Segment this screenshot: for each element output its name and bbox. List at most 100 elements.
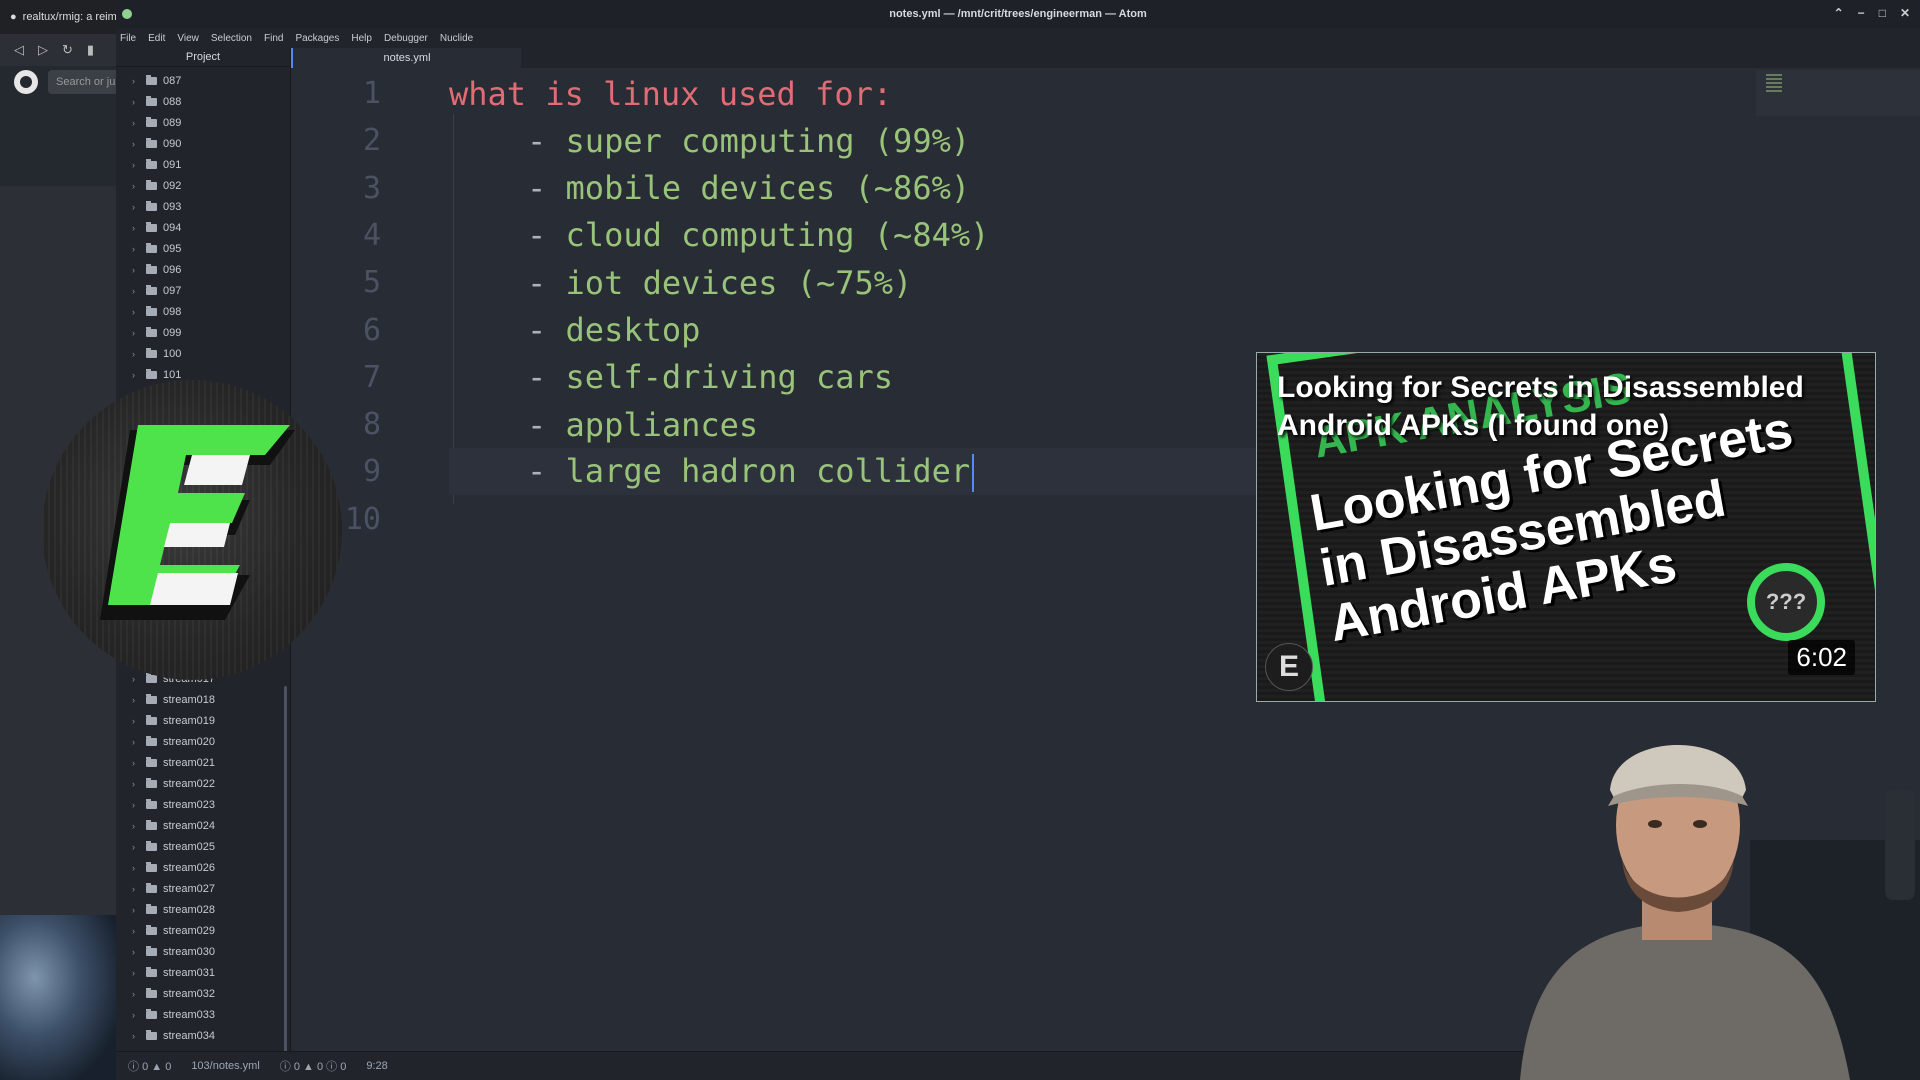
chevron-right-icon[interactable]: › xyxy=(132,265,140,275)
menu-nuclide[interactable]: Nuclide xyxy=(440,33,473,44)
chevron-right-icon[interactable]: › xyxy=(132,160,140,170)
chevron-right-icon[interactable]: › xyxy=(132,97,140,107)
tree-folder[interactable]: › stream032 xyxy=(132,983,215,1004)
chevron-right-icon[interactable]: › xyxy=(132,328,140,338)
tree-folder[interactable]: › 096 xyxy=(132,259,181,280)
tree-folder[interactable]: › stream022 xyxy=(132,773,215,794)
minimap[interactable] xyxy=(1756,70,1920,116)
chevron-right-icon[interactable]: › xyxy=(132,244,140,254)
github-search-input[interactable]: Search or ju xyxy=(48,70,126,94)
minimize-icon[interactable]: − xyxy=(1858,6,1865,20)
menu-selection[interactable]: Selection xyxy=(211,33,252,44)
code-line[interactable]: 6 - desktop xyxy=(291,307,1920,354)
menu-file[interactable]: File xyxy=(120,33,136,44)
line-content: mobile devices (~86%) xyxy=(565,169,971,208)
chevron-right-icon[interactable]: › xyxy=(132,76,140,86)
tree-folder[interactable]: › 099 xyxy=(132,322,181,343)
chevron-right-icon[interactable]: › xyxy=(132,139,140,149)
forward-icon[interactable]: ▷ xyxy=(38,42,48,58)
code-line[interactable]: 3 - mobile devices (~86%) xyxy=(291,165,1920,212)
tree-folder[interactable]: › 091 xyxy=(132,154,181,175)
tree-folder[interactable]: › stream020 xyxy=(132,731,215,752)
code-line[interactable]: 5 - iot devices (~75%) xyxy=(291,259,1920,306)
chevron-right-icon[interactable]: › xyxy=(132,307,140,317)
chevron-right-icon[interactable]: › xyxy=(132,947,140,957)
chevron-right-icon[interactable]: › xyxy=(132,349,140,359)
code-line[interactable]: 2 - super computing (99%) xyxy=(291,117,1920,164)
tree-folder[interactable]: › stream021 xyxy=(132,752,215,773)
file-path[interactable]: 103/notes.yml xyxy=(191,1060,259,1072)
tree-folder[interactable]: › 098 xyxy=(132,301,181,322)
diagnostics[interactable]: ⓘ 0 ▲ 0 ⓘ 0 xyxy=(280,1058,347,1074)
reload-icon[interactable]: ↻ xyxy=(62,42,73,58)
tree-folder[interactable]: › stream031 xyxy=(132,962,215,983)
chevron-right-icon[interactable]: › xyxy=(132,758,140,768)
chevron-right-icon[interactable]: › xyxy=(132,926,140,936)
tree-folder[interactable]: › stream027 xyxy=(132,878,215,899)
tree-folder[interactable]: › stream028 xyxy=(132,899,215,920)
menu-find[interactable]: Find xyxy=(264,33,283,44)
close-icon[interactable]: ✕ xyxy=(1900,6,1910,20)
menu-packages[interactable]: Packages xyxy=(295,33,339,44)
chevron-right-icon[interactable]: › xyxy=(132,370,140,380)
error-count[interactable]: ⓘ 0 ▲ 0 xyxy=(128,1058,171,1074)
back-icon[interactable]: ◁ xyxy=(14,42,24,58)
tree-folder[interactable]: › stream024 xyxy=(132,815,215,836)
tree-folder[interactable]: › stream034 xyxy=(132,1025,215,1046)
chevron-right-icon[interactable]: › xyxy=(132,716,140,726)
maximize-up-icon[interactable]: ⌃ xyxy=(1834,6,1844,20)
tree-folder[interactable]: › 092 xyxy=(132,175,181,196)
tree-folder[interactable]: › 097 xyxy=(132,280,181,301)
tree-folder[interactable]: › stream018 xyxy=(132,689,215,710)
tree-folder[interactable]: › stream025 xyxy=(132,836,215,857)
chevron-right-icon[interactable]: › xyxy=(132,737,140,747)
video-thumbnail[interactable]: APK ANALYSIS Looking for Secrets in Disa… xyxy=(1256,352,1876,702)
restore-icon[interactable]: □ xyxy=(1879,6,1886,20)
tree-folder[interactable]: › 095 xyxy=(132,238,181,259)
tree-folder[interactable]: › 090 xyxy=(132,133,181,154)
chevron-right-icon[interactable]: › xyxy=(132,863,140,873)
menu-debugger[interactable]: Debugger xyxy=(384,33,428,44)
code-line[interactable]: 1 what is linux used for: xyxy=(291,70,1920,117)
chevron-right-icon[interactable]: › xyxy=(132,1010,140,1020)
tree-folder[interactable]: › stream026 xyxy=(132,857,215,878)
tree-folder[interactable]: › stream019 xyxy=(132,710,215,731)
chevron-right-icon[interactable]: › xyxy=(132,842,140,852)
tree-folder[interactable]: › stream033 xyxy=(132,1004,215,1025)
chevron-right-icon[interactable]: › xyxy=(132,821,140,831)
tree-folder[interactable]: › 094 xyxy=(132,217,181,238)
cursor-position[interactable]: 9:28 xyxy=(366,1060,387,1072)
browser-tab[interactable]: ● realtux/rmig: a reim xyxy=(0,0,118,34)
chevron-right-icon[interactable]: › xyxy=(132,800,140,810)
chevron-right-icon[interactable]: › xyxy=(132,884,140,894)
code-line[interactable]: 4 - cloud computing (~84%) xyxy=(291,212,1920,259)
tree-scrollbar[interactable] xyxy=(284,686,287,1052)
tree-folder[interactable]: › stream029 xyxy=(132,920,215,941)
menu-view[interactable]: View xyxy=(177,33,199,44)
chevron-right-icon[interactable]: › xyxy=(132,779,140,789)
chevron-right-icon[interactable]: › xyxy=(132,989,140,999)
chevron-right-icon[interactable]: › xyxy=(132,695,140,705)
tree-folder[interactable]: › 087 xyxy=(132,70,181,91)
menu-edit[interactable]: Edit xyxy=(148,33,165,44)
tree-folder[interactable]: › 093 xyxy=(132,196,181,217)
chevron-right-icon[interactable]: › xyxy=(132,118,140,128)
chevron-right-icon[interactable]: › xyxy=(132,968,140,978)
github-logo-icon[interactable] xyxy=(14,70,38,94)
chevron-right-icon[interactable]: › xyxy=(132,181,140,191)
tree-folder[interactable]: › stream023 xyxy=(132,794,215,815)
tree-folder[interactable]: › 088 xyxy=(132,91,181,112)
video-title[interactable]: Looking for Secrets in Disassembled Andr… xyxy=(1277,369,1857,445)
menu-help[interactable]: Help xyxy=(351,33,372,44)
tree-header[interactable]: Project xyxy=(116,48,290,67)
chevron-right-icon[interactable]: › xyxy=(132,905,140,915)
tree-folder[interactable]: › stream030 xyxy=(132,941,215,962)
tree-folder[interactable]: › 100 xyxy=(132,343,181,364)
chevron-right-icon[interactable]: › xyxy=(132,1031,140,1041)
chevron-right-icon[interactable]: › xyxy=(132,223,140,233)
chevron-right-icon[interactable]: › xyxy=(132,202,140,212)
tab-notes-yml[interactable]: notes.yml xyxy=(291,48,521,68)
bookmark-icon[interactable]: ▮ xyxy=(87,42,94,58)
chevron-right-icon[interactable]: › xyxy=(132,286,140,296)
tree-folder[interactable]: › 089 xyxy=(132,112,181,133)
